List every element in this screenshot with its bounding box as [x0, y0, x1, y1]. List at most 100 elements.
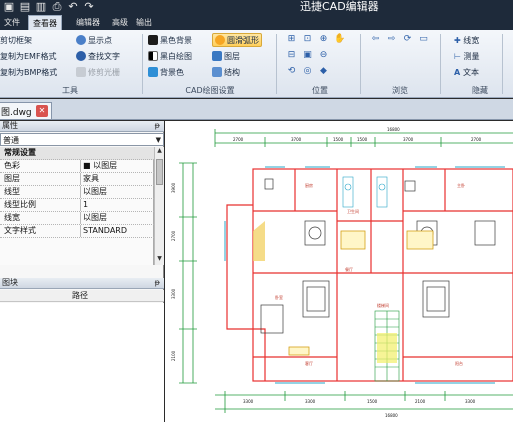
- property-row-lineweight[interactable]: 线宽 以图层: [0, 212, 154, 225]
- properties-scrollbar[interactable]: ▲ ▼: [154, 147, 164, 265]
- browse-group-label: 浏览: [392, 86, 408, 95]
- find-text-icon: [76, 51, 86, 61]
- bath-fixtures: [342, 176, 388, 208]
- property-value[interactable]: 以图层: [80, 212, 154, 224]
- tab-advanced[interactable]: 高级: [108, 15, 132, 30]
- library-list[interactable]: [0, 303, 164, 422]
- bw-drawing-button[interactable]: 黑白绘图: [148, 50, 192, 64]
- floor-plan-drawing: 16800 2700 3700 1500 1500 3700 2700 3300…: [171, 127, 513, 418]
- pan-hand-icon[interactable]: ✋: [334, 34, 345, 45]
- print-icon[interactable]: ⎙: [50, 1, 64, 13]
- property-key: 文字样式: [4, 226, 36, 235]
- dim-top-1: 2700: [233, 137, 244, 142]
- zoom-in-icon[interactable]: ⊕: [318, 34, 329, 45]
- property-value[interactable]: 1: [80, 199, 154, 211]
- property-value[interactable]: 家具: [80, 173, 154, 185]
- copy-bmp-button[interactable]: 复制为BMP格式: [0, 66, 57, 80]
- lineweight-button[interactable]: ✚ 线宽: [454, 34, 479, 48]
- chevron-down-icon[interactable]: ▼: [156, 136, 161, 144]
- zoom-select-icon[interactable]: ⊡: [302, 34, 313, 45]
- close-icon[interactable]: ✕: [36, 105, 48, 117]
- ribbon-tabs: 文件 查看器 编辑器 高级 输出: [0, 14, 513, 30]
- property-value[interactable]: ■ 以图层: [80, 160, 154, 172]
- bw-drawing-icon: [148, 51, 158, 61]
- document-tab[interactable]: 图.dwg ✕: [0, 102, 52, 119]
- title-bar: ▣ ▤ ▥ ⎙ ↶ ↷ 迅捷CAD编辑器: [0, 0, 513, 14]
- smooth-arc-label: 圆滑弧形: [227, 36, 259, 45]
- properties-selector[interactable]: 普通 ▼: [0, 133, 164, 146]
- tab-viewer[interactable]: 查看器: [28, 15, 62, 30]
- dim-bottom-2: 3300: [305, 399, 316, 404]
- door-swings: [288, 230, 434, 356]
- show-points-button[interactable]: 显示点: [76, 34, 112, 48]
- pin-icon[interactable]: ᵽ: [155, 278, 160, 288]
- background-color-button[interactable]: 背景色: [148, 66, 184, 80]
- room-label-kitchen: 厨房: [305, 182, 313, 188]
- property-row-layer[interactable]: 图层 家具: [0, 173, 154, 186]
- property-category[interactable]: 常规设置: [0, 147, 154, 160]
- save-icon[interactable]: ▥: [34, 1, 48, 13]
- walls: [226, 168, 513, 382]
- show-points-label: 显示点: [88, 36, 112, 45]
- drawing-canvas[interactable]: 16800 2700 3700 1500 1500 3700 2700 3300…: [165, 121, 513, 422]
- smooth-arc-icon: [215, 35, 225, 45]
- dim-left-4: 2100: [171, 350, 176, 361]
- trim-raster-button[interactable]: 修剪光栅: [76, 66, 120, 80]
- property-row-text-style[interactable]: 文字样式 STANDARD: [0, 225, 154, 238]
- property-key: 线宽: [4, 213, 20, 222]
- undo-icon[interactable]: ↶: [66, 1, 80, 13]
- dim-top-4: 1500: [357, 137, 368, 142]
- redo-icon[interactable]: ↷: [82, 1, 96, 13]
- dim-bottom-3: 1500: [367, 399, 378, 404]
- property-row-color[interactable]: 色彩 ■ 以图层: [0, 160, 154, 173]
- show-points-icon: [76, 35, 86, 45]
- plus-icon: ✚: [454, 36, 464, 45]
- measure-button[interactable]: ⊢ 测量: [454, 50, 480, 64]
- back-arrow-icon[interactable]: ⇦: [370, 34, 381, 45]
- property-row-linetype[interactable]: 线型 以图层: [0, 186, 154, 199]
- forward-arrow-icon[interactable]: ⇨: [386, 34, 397, 45]
- zoom-window-icon[interactable]: ⊞: [286, 34, 297, 45]
- view-3d-icon[interactable]: ◆: [318, 66, 329, 77]
- background-color-label: 背景色: [160, 68, 184, 77]
- tab-output[interactable]: 输出: [132, 15, 156, 30]
- hide-group-label: 隐藏: [472, 86, 488, 95]
- smooth-arc-button[interactable]: 圆滑弧形: [212, 33, 262, 47]
- crop-frame-button[interactable]: 剪切框架: [0, 34, 32, 48]
- room-label-bath: 卫生间: [347, 208, 359, 214]
- black-background-button[interactable]: 黑色背景: [148, 34, 192, 48]
- layers-button[interactable]: 图层: [212, 50, 240, 64]
- path-column-label[interactable]: 路径: [72, 290, 88, 302]
- open-icon[interactable]: ▤: [18, 1, 32, 13]
- new-icon[interactable]: ▣: [2, 1, 16, 13]
- left-panel: 属性 ᵽ 普通 ▼ 常规设置 色彩 ■ 以图层 图层 家具 线型 以图层 线型比…: [0, 121, 164, 422]
- copy-emf-button[interactable]: 复制为EMF格式: [0, 50, 57, 64]
- layers-label: 图层: [224, 52, 240, 61]
- browse-folder-icon[interactable]: ▭: [418, 34, 429, 45]
- property-key: 常规设置: [4, 148, 36, 157]
- scroll-up-icon[interactable]: ▲: [155, 147, 164, 155]
- property-row-linetype-scale[interactable]: 线型比例 1: [0, 199, 154, 212]
- find-text-button[interactable]: 查找文字: [76, 50, 120, 64]
- room-label-dining: 餐厅: [345, 266, 353, 272]
- zoom-extents-icon[interactable]: ⊟: [286, 50, 297, 61]
- refresh-icon[interactable]: ⟳: [402, 34, 413, 45]
- property-key: 线型: [4, 187, 20, 196]
- tab-file[interactable]: 文件: [0, 15, 24, 30]
- property-value[interactable]: 以图层: [80, 186, 154, 198]
- fit-icon[interactable]: ▣: [302, 50, 313, 61]
- dim-total-top: 16800: [387, 127, 400, 132]
- orbit-icon[interactable]: ◎: [302, 66, 313, 77]
- pin-icon[interactable]: ᵽ: [155, 121, 160, 131]
- scroll-down-icon[interactable]: ▼: [155, 255, 164, 263]
- dim-left-1: 3900: [171, 182, 176, 193]
- property-value[interactable]: STANDARD: [80, 225, 154, 237]
- scroll-thumb[interactable]: [156, 159, 163, 185]
- zoom-out-icon[interactable]: ⊖: [318, 50, 329, 61]
- tab-editor[interactable]: 编辑器: [72, 15, 104, 30]
- trim-raster-label: 修剪光栅: [88, 68, 120, 77]
- rotate-icon[interactable]: ⟲: [286, 66, 297, 77]
- text-button[interactable]: A 文本: [454, 66, 479, 80]
- structure-label: 结构: [224, 68, 240, 77]
- structure-button[interactable]: 结构: [212, 66, 240, 80]
